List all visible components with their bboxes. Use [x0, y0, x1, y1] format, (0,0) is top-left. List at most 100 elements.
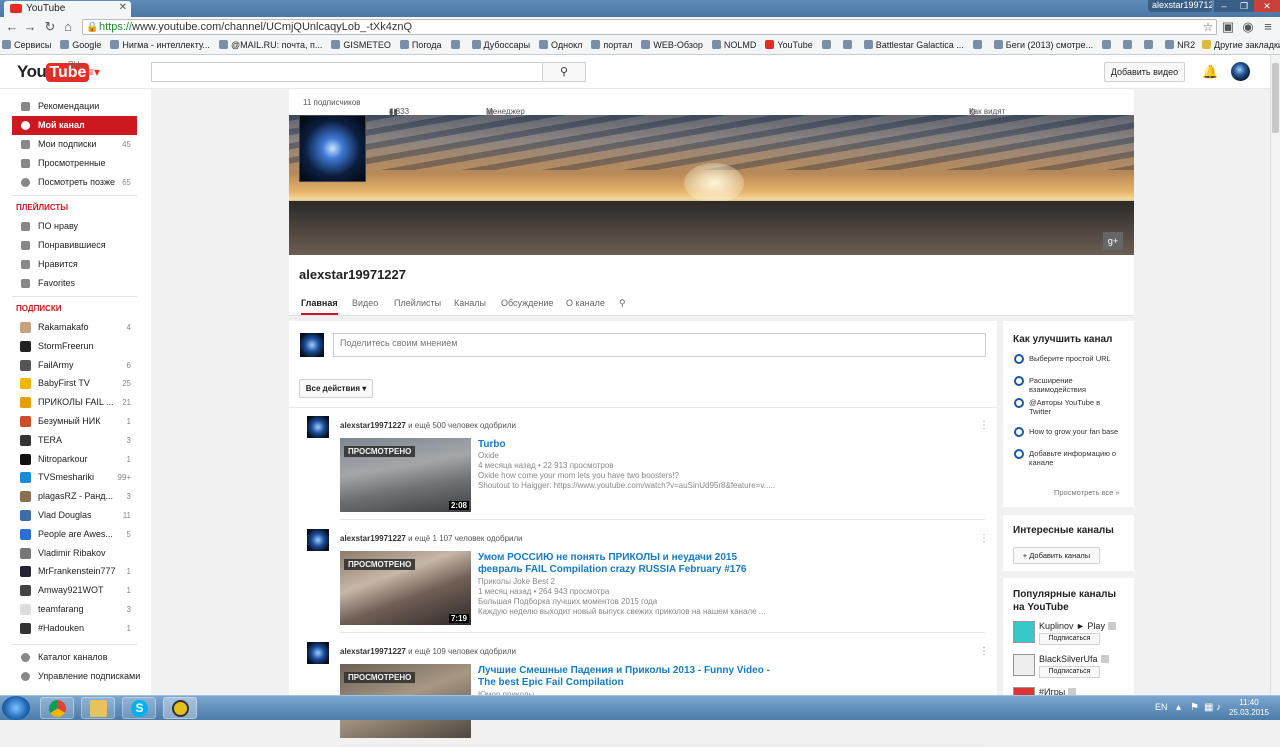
- youtube-logo[interactable]: You Tube RU: [17, 60, 90, 82]
- video-title[interactable]: Turbo: [478, 439, 778, 451]
- video-thumbnail[interactable]: ПРОСМОТРЕНО 2:08: [340, 438, 471, 512]
- volume-icon[interactable]: ♪: [1216, 702, 1221, 713]
- star-icon[interactable]: ☆: [1200, 19, 1216, 35]
- sidebar-item-playlist[interactable]: Favorites: [12, 274, 137, 293]
- channel-name[interactable]: alexstar19971227: [299, 267, 406, 282]
- video-thumbnail[interactable]: ПРОСМОТРЕНО 7:19: [340, 551, 471, 625]
- tab-channels[interactable]: Каналы: [454, 298, 486, 308]
- channel-name[interactable]: Kuplinov ► Play: [1039, 621, 1105, 631]
- bookmark[interactable]: Погода: [398, 37, 442, 54]
- network-icon[interactable]: ▦: [1204, 702, 1213, 713]
- other-bookmarks[interactable]: Другие закладки: [1200, 37, 1280, 54]
- sidebar-item-my-channel[interactable]: Мой канал: [12, 116, 137, 135]
- minimize-icon[interactable]: –: [1214, 0, 1234, 12]
- bookmark[interactable]: Нигма - интеллекту...: [108, 37, 210, 54]
- remove-icon[interactable]: [1100, 655, 1109, 663]
- search-button[interactable]: ⚲: [542, 62, 586, 82]
- system-clock[interactable]: 11:40 25.03.2015: [1228, 698, 1270, 718]
- sidebar-item-subscription[interactable]: ПРИКОЛЫ FAIL ... 21: [12, 393, 137, 412]
- see-all-link[interactable]: Просмотреть все »: [1054, 488, 1120, 497]
- sidebar-item-watch-later[interactable]: Посмотреть позже 65: [12, 173, 137, 192]
- maximize-icon[interactable]: ❐: [1234, 0, 1254, 12]
- sidebar-item-subscription[interactable]: Безумный НИК 1: [12, 412, 137, 431]
- sidebar-item-channel-catalog[interactable]: Каталог каналов: [12, 648, 137, 667]
- sidebar-item-subscription[interactable]: BabyFirst TV 25: [12, 374, 137, 393]
- start-button[interactable]: [2, 696, 30, 720]
- address-bar[interactable]: 🔒 https://www.youtube.com/channel/UCmjQU…: [82, 19, 1217, 35]
- sidebar-item-subscription[interactable]: TVSmeshariki 99+: [12, 468, 137, 487]
- tab-videos[interactable]: Видео: [352, 298, 378, 308]
- channel-avatar[interactable]: [1013, 654, 1035, 676]
- subscribe-button[interactable]: Подписаться: [1039, 633, 1100, 645]
- bookmark[interactable]: @MAIL.RU: почта, п...: [217, 37, 322, 54]
- menu-icon[interactable]: ≡: [1260, 19, 1276, 35]
- improve-tip[interactable]: Добавьте информацию о канале: [1014, 449, 1124, 467]
- notifications-bell-icon[interactable]: 🔔: [1202, 64, 1218, 80]
- bookmark[interactable]: Google: [58, 37, 101, 54]
- sidebar-item-subscription[interactable]: Amway921WOT 1: [12, 581, 137, 600]
- bookmark[interactable]: [1100, 37, 1114, 54]
- avatar[interactable]: [307, 642, 329, 664]
- close-tab-icon[interactable]: ✕: [119, 2, 127, 13]
- video-channel[interactable]: Oxide: [478, 451, 798, 461]
- back-icon[interactable]: ←: [4, 19, 20, 35]
- improve-tip[interactable]: How to grow your fan base: [1014, 427, 1124, 437]
- flag-icon[interactable]: ⚑: [1190, 702, 1199, 713]
- bookmark[interactable]: портал: [589, 37, 632, 54]
- bookmark[interactable]: Сервисы: [0, 37, 51, 54]
- sidebar-item-subscription[interactable]: Nitroparkour 1: [12, 450, 137, 469]
- extension-icon[interactable]: ▣: [1220, 19, 1236, 35]
- forward-icon[interactable]: →: [22, 19, 38, 35]
- sidebar-item-recommended[interactable]: Рекомендации: [12, 97, 137, 116]
- sidebar-item-subscription[interactable]: FailArmy 6: [12, 356, 137, 375]
- sidebar-item-subscription[interactable]: TERA 3: [12, 431, 137, 450]
- extension-icon[interactable]: ◉: [1240, 19, 1256, 35]
- explorer-taskbar-icon[interactable]: [81, 697, 115, 719]
- bookmark[interactable]: [820, 37, 834, 54]
- google-plus-icon[interactable]: g+: [1103, 232, 1123, 250]
- upload-button[interactable]: Добавить видео: [1104, 62, 1185, 82]
- app-taskbar-icon[interactable]: [163, 697, 197, 719]
- sidebar-item-subscriptions[interactable]: Мои подписки 45: [12, 135, 137, 154]
- browser-tab[interactable]: YouTube ✕: [4, 1, 131, 17]
- bookmark[interactable]: [449, 37, 463, 54]
- sidebar-item-manage-subscriptions[interactable]: Управление подписками: [12, 667, 140, 686]
- sidebar-item-history[interactable]: Просмотренные: [12, 154, 137, 173]
- share-input[interactable]: Поделитесь своим мнением: [333, 333, 986, 357]
- sidebar-item-subscription[interactable]: plagasRZ - Ранд... 3: [12, 487, 137, 506]
- sidebar-item-subscription[interactable]: Vlad Douglas 11: [12, 506, 137, 525]
- video-title[interactable]: Умом РОССИЮ не понять ПРИКОЛЫ и неудачи …: [478, 552, 778, 576]
- channel-name[interactable]: BlackSilverUfa: [1039, 654, 1098, 664]
- skype-taskbar-icon[interactable]: S: [122, 697, 156, 719]
- subscriptions-heading[interactable]: ПОДПИСКИ: [16, 304, 61, 313]
- bookmark[interactable]: [971, 37, 985, 54]
- sidebar-item-subscription[interactable]: MrFrankenstein777 1: [12, 562, 137, 581]
- bookmark[interactable]: Дубоссары: [470, 37, 530, 54]
- guide-menu-icon[interactable]: ≡▾: [87, 65, 100, 79]
- profile-chip[interactable]: alexstar199712...: [1148, 0, 1212, 12]
- sidebar-item-subscription[interactable]: StormFreerun: [12, 337, 137, 356]
- bookmark[interactable]: Беги (2013) смотре...: [992, 37, 1093, 54]
- sidebar-item-playlist[interactable]: ПО нраву: [12, 217, 137, 236]
- sidebar-item-subscription[interactable]: Rakamakafo 4: [12, 318, 137, 337]
- video-channel[interactable]: Приколы Joke Best 2: [478, 577, 798, 587]
- playlists-heading[interactable]: ПЛЕЙЛИСТЫ: [16, 203, 68, 212]
- bookmark[interactable]: NOLMD: [710, 37, 756, 54]
- bookmark[interactable]: Однокл: [537, 37, 582, 54]
- bookmark[interactable]: GISMETEO: [329, 37, 391, 54]
- channel-avatar[interactable]: [1013, 621, 1035, 643]
- language-indicator[interactable]: EN: [1155, 702, 1168, 712]
- search-channel-icon[interactable]: ⚲: [619, 298, 626, 309]
- sidebar-item-subscription[interactable]: People are Awes... 5: [12, 525, 137, 544]
- bookmark[interactable]: [1142, 37, 1156, 54]
- tab-discussion[interactable]: Обсуждение: [501, 298, 553, 308]
- video-title[interactable]: Лучшие Смешные Падения и Приколы 2013 - …: [478, 665, 778, 689]
- remove-icon[interactable]: [1107, 622, 1116, 630]
- close-window-icon[interactable]: ✕: [1254, 0, 1280, 12]
- avatar[interactable]: [307, 529, 329, 551]
- all-actions-dropdown[interactable]: Все действия ▾: [299, 379, 373, 398]
- tab-playlists[interactable]: Плейлисты: [394, 298, 441, 308]
- avatar[interactable]: [307, 416, 329, 438]
- improve-tip[interactable]: Выберите простой URL: [1014, 354, 1124, 364]
- more-options-icon[interactable]: ⋮: [979, 533, 989, 544]
